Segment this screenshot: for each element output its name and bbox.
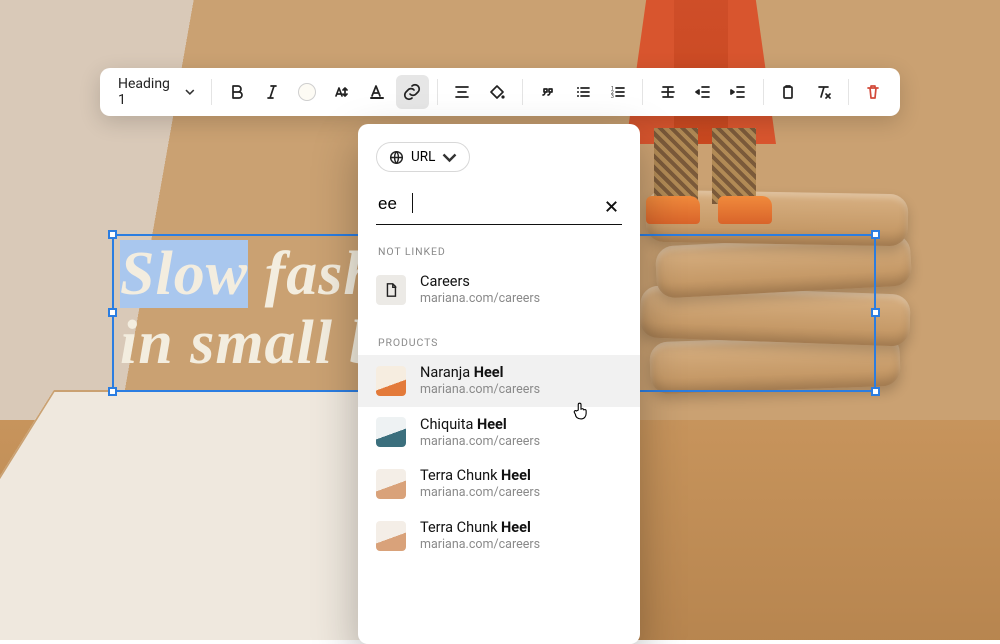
result-subtitle: mariana.com/careers xyxy=(420,485,540,501)
text-caret xyxy=(412,193,413,213)
product-thumbnail xyxy=(376,366,406,396)
numbered-list-button[interactable]: 123 xyxy=(601,75,634,109)
link-search-input[interactable] xyxy=(376,188,601,224)
strikethrough-button[interactable] xyxy=(651,75,684,109)
result-title: Naranja Heel xyxy=(420,364,540,382)
resize-handle[interactable] xyxy=(871,230,880,239)
result-title: Terra Chunk Heel xyxy=(420,467,540,485)
fill-color-button[interactable] xyxy=(481,75,514,109)
separator xyxy=(848,79,849,105)
link-result-product[interactable]: Chiquita Heel mariana.com/careers xyxy=(358,407,640,459)
paste-button[interactable] xyxy=(772,75,805,109)
product-thumbnail xyxy=(376,521,406,551)
text-toolbar: Heading 1 123 xyxy=(100,68,900,116)
delete-button[interactable] xyxy=(857,75,890,109)
italic-button[interactable] xyxy=(255,75,288,109)
outdent-button[interactable] xyxy=(686,75,719,109)
link-type-dropdown[interactable]: URL xyxy=(376,142,470,172)
clear-formatting-button[interactable] xyxy=(807,75,840,109)
quote-button[interactable] xyxy=(531,75,564,109)
link-result-product[interactable]: Terra Chunk Heel mariana.com/careers xyxy=(358,458,640,510)
separator xyxy=(763,79,764,105)
heading-dropdown[interactable]: Heading 1 xyxy=(110,75,203,109)
section-label-products: PRODUCTS xyxy=(358,316,640,355)
separator xyxy=(642,79,643,105)
resize-handle[interactable] xyxy=(108,308,117,317)
link-popover: URL NOT LINKED Careers mariana.com/caree… xyxy=(358,124,640,644)
result-subtitle: mariana.com/careers xyxy=(420,537,540,553)
result-title: Careers xyxy=(420,273,540,291)
indent-button[interactable] xyxy=(722,75,755,109)
separator xyxy=(211,79,212,105)
section-label-not-linked: NOT LINKED xyxy=(358,225,640,264)
text-style-button[interactable] xyxy=(361,75,394,109)
clear-search-button[interactable] xyxy=(601,192,622,220)
text-size-button[interactable] xyxy=(326,75,359,109)
globe-icon xyxy=(389,150,404,165)
resize-handle[interactable] xyxy=(108,387,117,396)
link-result-product[interactable]: Terra Chunk Heel mariana.com/careers xyxy=(358,510,640,562)
link-result-careers[interactable]: Careers mariana.com/careers xyxy=(358,264,640,316)
close-icon xyxy=(603,198,620,215)
link-result-product[interactable]: Naranja Heel mariana.com/careers xyxy=(358,355,640,407)
color-swatch-icon xyxy=(298,83,316,101)
align-button[interactable] xyxy=(446,75,479,109)
bold-button[interactable] xyxy=(220,75,253,109)
chevron-down-icon xyxy=(185,87,195,97)
text-color-button[interactable] xyxy=(290,75,323,109)
result-title: Terra Chunk Heel xyxy=(420,519,540,537)
page-icon xyxy=(376,275,406,305)
bulleted-list-button[interactable] xyxy=(566,75,599,109)
resize-handle[interactable] xyxy=(871,308,880,317)
resize-handle[interactable] xyxy=(108,230,117,239)
result-subtitle: mariana.com/careers xyxy=(420,382,540,398)
result-subtitle: mariana.com/careers xyxy=(420,434,540,450)
heading-label: Heading 1 xyxy=(118,76,179,108)
link-type-label: URL xyxy=(411,149,435,165)
link-button[interactable] xyxy=(396,75,429,109)
separator xyxy=(522,79,523,105)
separator xyxy=(437,79,438,105)
link-search-field-wrap xyxy=(376,188,622,225)
result-title: Chiquita Heel xyxy=(420,416,540,434)
hero-highlight: Slow xyxy=(120,240,248,308)
chevron-down-icon xyxy=(442,150,457,165)
resize-handle[interactable] xyxy=(871,387,880,396)
product-thumbnail xyxy=(376,469,406,499)
product-thumbnail xyxy=(376,417,406,447)
result-subtitle: mariana.com/careers xyxy=(420,291,540,307)
svg-text:3: 3 xyxy=(611,94,614,100)
